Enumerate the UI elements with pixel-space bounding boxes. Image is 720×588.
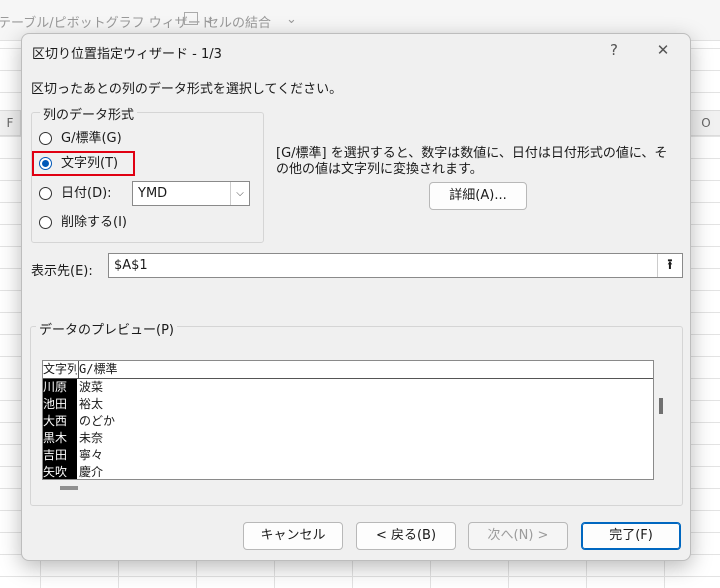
advanced-button[interactable]: 詳細(A)... [429,182,527,210]
close-icon[interactable]: ✕ [646,38,680,62]
chevron-down-icon[interactable]: ⌵ [230,182,249,205]
ribbon-item-pivot-wizard[interactable]: テーブル/ピボットグラフ ウィザード [0,12,214,31]
radio-button-icon[interactable] [39,132,52,145]
radio-button-icon[interactable] [39,216,52,229]
preview-header-col2[interactable]: G/標準 [79,361,117,378]
column-header-left[interactable]: F [0,110,21,136]
preview-cell: 池田 [43,396,77,413]
cancel-button[interactable]: キャンセル [243,522,343,550]
dialog-title: 区切り位置指定ウィザード - 1/3 [32,47,222,62]
preview-cell: 慶介 [79,465,104,479]
instruction-text: 区切ったあとの列のデータ形式を選択してください。 [31,82,343,97]
radio-label: G/標準(G) [61,131,122,146]
destination-input[interactable]: $A$1 ⭱ [108,253,683,278]
preview-cell: のどか [79,414,116,428]
range-select-icon[interactable]: ⭱ [657,254,682,277]
format-description: [G/標準] を選択すると、数字は数値に、日付は日付形式の値に、その他の値は文字… [276,146,668,177]
preview-cell: 川原 [43,379,77,396]
date-format-select[interactable]: YMD ⌵ [132,181,250,206]
preview-cell: 吉田 [43,447,77,464]
preview-horizontal-scrollbar[interactable] [60,486,78,490]
data-preview-pane[interactable]: 文字列 G/標準 川原 波菜 池田 裕太 大西 のどか 黒木 未奈 吉田 寧々 … [42,360,654,480]
ribbon-more-icon[interactable]: ⌄ [286,12,297,27]
preview-cell: 黒木 [43,430,77,447]
date-format-value: YMD [138,186,168,201]
ribbon-item-merge-cells[interactable]: セルの結合 [206,12,271,31]
preview-header-col1[interactable]: 文字列 [43,361,77,378]
radio-label: 日付(D): [61,186,112,201]
radio-button-icon[interactable] [39,187,52,200]
back-button[interactable]: < 戻る(B) [356,522,456,550]
red-highlight-box [32,151,135,176]
preview-cell: 矢吹 [43,464,77,479]
destination-value: $A$1 [114,258,148,273]
preview-cell: 大西 [43,413,77,430]
radio-label: 削除する(I) [61,215,127,230]
data-preview-legend: データのプレビュー(P) [36,319,177,338]
finish-button[interactable]: 完了(F) [581,522,681,550]
text-to-columns-dialog: 区切り位置指定ウィザード - 1/3 ? ✕ 区切ったあとの列のデータ形式を選択… [21,33,691,561]
help-button[interactable]: ? [597,38,631,62]
preview-cell: 裕太 [79,397,104,411]
column-format-legend: 列のデータ形式 [40,104,138,123]
preview-cell: 波菜 [79,380,104,394]
preview-vertical-scrollbar[interactable] [659,398,663,414]
next-button[interactable]: 次へ(N) > [468,522,568,550]
merge-cells-icon [184,12,198,25]
preview-cell: 未奈 [79,431,104,445]
preview-header-row[interactable]: 文字列 G/標準 [43,361,653,379]
destination-label: 表示先(E): [31,264,93,279]
preview-cell: 寧々 [79,448,104,462]
column-header-right[interactable]: O [688,110,720,136]
